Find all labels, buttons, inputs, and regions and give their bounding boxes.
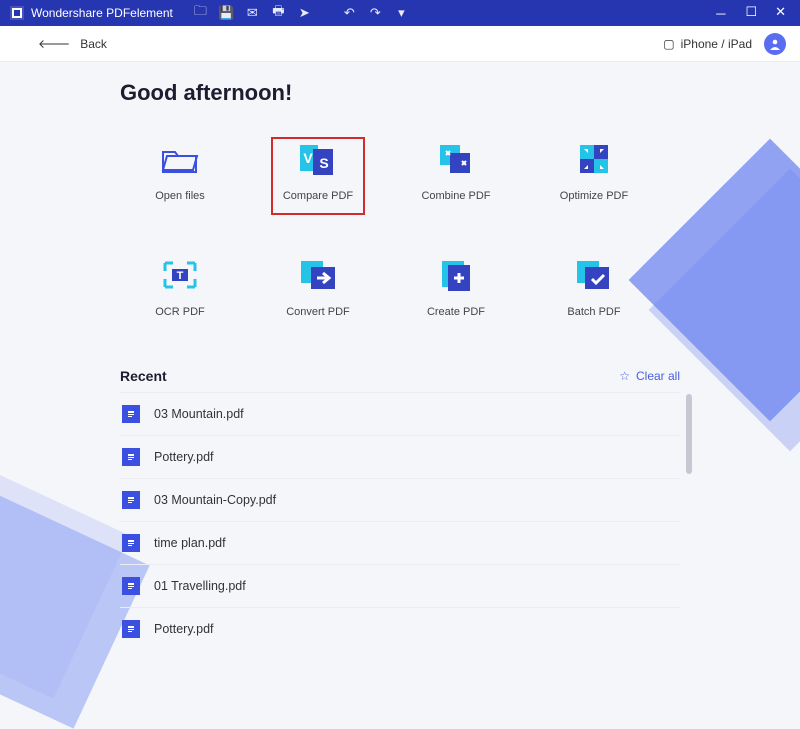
tile-label: Compare PDF — [283, 190, 353, 202]
svg-text:S: S — [319, 155, 328, 171]
tile-label: Convert PDF — [286, 306, 350, 318]
app-title: Wondershare PDFelement — [31, 6, 173, 20]
print-icon[interactable]: 🖶 — [271, 2, 286, 24]
titlebar: Wondershare PDFelement 🗀 💾 ✉ 🖶 ➤ ↶ ↷ ▾ －… — [0, 0, 800, 26]
clear-all-label: Clear all — [636, 369, 680, 383]
folder-open-icon — [159, 138, 201, 180]
create-icon — [435, 254, 477, 296]
tile-open-files[interactable]: Open files — [134, 138, 226, 212]
tile-label: Open files — [155, 190, 205, 202]
trash-icon: ☆ — [619, 369, 630, 383]
tile-create-pdf[interactable]: Create PDF — [410, 254, 502, 328]
tile-label: Create PDF — [427, 306, 485, 318]
action-grid: Open files VS Compare PDF Combine PDF Optimi… — [120, 138, 680, 328]
content-area: Good afternoon! Open files VS Compare PDF C… — [0, 62, 800, 639]
pdf-file-icon — [122, 534, 140, 552]
recent-item[interactable]: 01 Travelling.pdf — [120, 564, 680, 607]
optimize-icon — [573, 138, 615, 180]
batch-icon — [573, 254, 615, 296]
phone-icon: ▢ — [663, 37, 674, 51]
toolbar: 🡐 Back ▢ iPhone / iPad — [0, 26, 800, 62]
quick-access-toolbar: 🗀 💾 ✉ 🖶 ➤ ↶ ↷ ▾ — [193, 2, 409, 24]
svg-text:V: V — [303, 150, 313, 166]
pdf-file-icon — [122, 448, 140, 466]
back-label: Back — [80, 37, 107, 51]
app-logo-icon — [10, 6, 24, 20]
redo-icon[interactable]: ↷ — [368, 5, 383, 21]
recent-file-name: Pottery.pdf — [154, 622, 214, 636]
device-label: iPhone / iPad — [681, 37, 752, 51]
arrow-left-icon: 🡐 — [38, 36, 70, 51]
pdf-file-icon — [122, 405, 140, 423]
ocr-icon: T — [159, 254, 201, 296]
vs-icon: VS — [297, 138, 339, 180]
tile-ocr-pdf[interactable]: T OCR PDF — [134, 254, 226, 328]
undo-icon[interactable]: ↶ — [342, 5, 357, 21]
pdf-file-icon — [122, 620, 140, 638]
maximize-button[interactable]: ☐ — [745, 4, 757, 23]
window-controls: － ☐ ✕ — [714, 4, 800, 23]
pdf-file-icon — [122, 491, 140, 509]
recent-file-name: 03 Mountain.pdf — [154, 407, 244, 421]
close-button[interactable]: ✕ — [775, 4, 786, 23]
pdf-file-icon — [122, 577, 140, 595]
folder-icon[interactable]: 🗀 — [193, 2, 208, 24]
recent-item[interactable]: 03 Mountain-Copy.pdf — [120, 478, 680, 521]
convert-icon — [297, 254, 339, 296]
page-title: Good afternoon! — [120, 80, 680, 106]
recent-file-name: time plan.pdf — [154, 536, 226, 550]
tile-combine-pdf[interactable]: Combine PDF — [410, 138, 502, 212]
mail-icon[interactable]: ✉ — [245, 5, 260, 21]
tile-label: Batch PDF — [567, 306, 620, 318]
tile-label: Combine PDF — [421, 190, 490, 202]
more-icon[interactable]: ▾ — [394, 5, 409, 21]
tile-convert-pdf[interactable]: Convert PDF — [272, 254, 364, 328]
recent-item[interactable]: time plan.pdf — [120, 521, 680, 564]
recent-item[interactable]: Pottery.pdf — [120, 607, 680, 639]
recent-item[interactable]: Pottery.pdf — [120, 435, 680, 478]
recent-header: Recent ☆ Clear all — [120, 368, 680, 384]
combine-icon — [435, 138, 477, 180]
device-link[interactable]: ▢ iPhone / iPad — [663, 37, 752, 51]
svg-text:T: T — [177, 270, 184, 282]
recent-title: Recent — [120, 368, 167, 384]
tile-compare-pdf[interactable]: VS Compare PDF — [272, 138, 364, 214]
minimize-button[interactable]: － — [714, 4, 727, 23]
tile-label: Optimize PDF — [560, 190, 628, 202]
recent-file-name: Pottery.pdf — [154, 450, 214, 464]
tile-batch-pdf[interactable]: Batch PDF — [548, 254, 640, 328]
back-button[interactable]: 🡐 Back — [38, 36, 107, 51]
send-icon[interactable]: ➤ — [297, 5, 312, 21]
save-icon[interactable]: 💾 — [219, 5, 234, 21]
tile-optimize-pdf[interactable]: Optimize PDF — [548, 138, 640, 212]
scrollbar[interactable] — [686, 394, 692, 474]
recent-file-name: 01 Travelling.pdf — [154, 579, 246, 593]
recent-item[interactable]: 03 Mountain.pdf — [120, 392, 680, 435]
tile-label: OCR PDF — [155, 306, 205, 318]
clear-all-button[interactable]: ☆ Clear all — [619, 369, 680, 383]
recent-list: 03 Mountain.pdf Pottery.pdf 03 Mountain-Co… — [120, 392, 680, 639]
recent-file-name: 03 Mountain-Copy.pdf — [154, 493, 276, 507]
avatar[interactable] — [764, 33, 786, 55]
